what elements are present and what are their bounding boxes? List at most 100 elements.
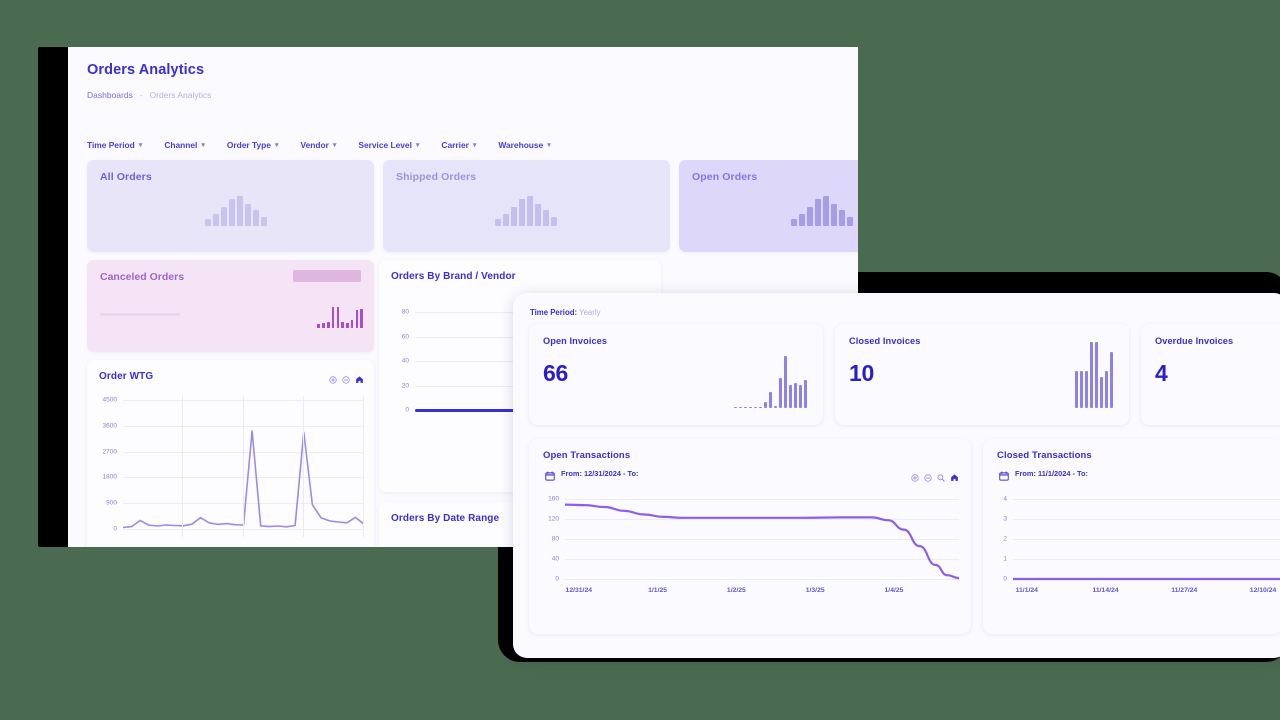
grid-line — [363, 396, 364, 537]
time-period-value: Yearly — [579, 308, 601, 317]
time-period-indicator: Time Period: Yearly — [530, 308, 600, 317]
invoice-value: 66 — [543, 360, 568, 386]
x-axis-tick: 12/31/24 — [565, 587, 593, 594]
y-axis-tick: 2 — [1003, 535, 1007, 543]
grid-line — [242, 396, 244, 537]
filter-carrier[interactable]: Carrier ▾ — [441, 140, 476, 150]
closed-transactions-date-range[interactable]: From: 11/1/2024 - To: — [999, 468, 1088, 481]
open-orders-sparkline — [791, 196, 853, 226]
shipped-orders-sparkline — [495, 196, 557, 226]
home-icon[interactable] — [950, 469, 958, 481]
all-orders-sparkline — [205, 196, 267, 226]
filter-label: Carrier — [441, 140, 469, 150]
invoice-value: 10 — [849, 360, 874, 386]
x-axis-tick: 12/10/24 — [1249, 587, 1277, 594]
y-axis-tick: 0 — [405, 406, 409, 414]
invoice-card-row: Open Invoices 66 Closed Invoices 10 Over… — [529, 324, 1280, 425]
chart-title: Orders By Date Range — [391, 513, 500, 524]
calendar-icon — [999, 468, 1009, 481]
open-transactions-date-range[interactable]: From: 12/31/2024 - To: — [545, 468, 639, 481]
invoice-card-open[interactable]: Open Invoices 66 — [529, 324, 823, 425]
y-axis-tick: 40 — [401, 357, 409, 365]
kpi-card-row: All Orders Shipped Orders Open Orders — [87, 160, 858, 252]
chart-line — [565, 503, 959, 580]
x-axis-tick: 11/14/24 — [1092, 587, 1119, 594]
breadcrumb-dashboards[interactable]: Dashboards — [87, 90, 133, 100]
page-title: Orders Analytics — [87, 62, 205, 78]
y-axis-tick: 40 — [551, 555, 559, 563]
chart-title: Orders By Brand / Vendor — [391, 271, 516, 282]
zoom-out-icon[interactable] — [342, 371, 350, 384]
filter-label: Order Type — [226, 140, 271, 150]
y-axis-tick: 80 — [401, 308, 409, 316]
grid-line — [302, 396, 304, 537]
y-axis-tick: 1 — [1003, 555, 1007, 563]
filter-order-type[interactable]: Order Type ▾ — [227, 140, 279, 150]
invoice-card-closed[interactable]: Closed Invoices 10 — [835, 324, 1129, 425]
y-axis-tick: 120 — [548, 515, 559, 523]
y-axis-tick: 2700 — [102, 448, 117, 456]
kpi-label: Open Orders — [692, 171, 758, 183]
kpi-label: Shipped Orders — [396, 171, 477, 183]
date-range-text: From: 12/31/2024 - To: — [561, 468, 639, 478]
invoice-label: Open Invoices — [543, 336, 608, 346]
zoom-out-icon[interactable] — [924, 469, 932, 482]
chart-line — [123, 430, 364, 529]
filter-label: Warehouse — [498, 140, 544, 150]
breadcrumb-current: Orders Analytics — [149, 90, 212, 100]
invoice-card-overdue[interactable]: Overdue Invoices 4 — [1141, 324, 1280, 425]
invoice-label: Closed Invoices — [849, 336, 921, 346]
y-axis-tick: 0 — [113, 525, 117, 533]
chevron-down-icon: ▾ — [201, 141, 205, 149]
y-axis-tick: 3600 — [102, 422, 117, 430]
calendar-icon — [545, 468, 555, 481]
kpi-card-canceled-orders[interactable]: Canceled Orders — [87, 260, 374, 352]
invoice-value: 4 — [1155, 360, 1168, 386]
chevron-down-icon: ▾ — [415, 141, 420, 149]
kpi-card-open-orders[interactable]: Open Orders — [679, 160, 858, 252]
filter-service-level[interactable]: Service Level ▾ — [358, 140, 419, 150]
chevron-down-icon: ▾ — [332, 141, 337, 149]
kpi-label: Canceled Orders — [100, 271, 185, 283]
wtg-chart-toolbar — [329, 371, 363, 384]
chart-title: Closed Transactions — [997, 450, 1092, 461]
filter-label: Channel — [164, 140, 198, 150]
time-period-label: Time Period: — [530, 308, 578, 317]
y-axis-tick: 4 — [1003, 495, 1007, 503]
filter-bar: Time Period ▾ Channel ▾ Order Type ▾ Ven… — [87, 140, 551, 150]
y-axis-tick: 1800 — [102, 473, 117, 481]
kpi-label: All Orders — [100, 171, 152, 183]
kpi-card-all-orders[interactable]: All Orders — [87, 160, 374, 252]
open-transactions-toolbar — [911, 469, 958, 482]
open-transactions-plot: 160 120 80 40 0 12/31/24 1/1/25 1/2/25 1/3/25 1/4… — [548, 494, 959, 599]
y-axis-tick: 3 — [1003, 515, 1007, 523]
zoom-in-icon[interactable] — [911, 469, 919, 482]
kpi-card-shipped-orders[interactable]: Shipped Orders — [383, 160, 670, 252]
closed-invoices-sparkline — [1075, 341, 1113, 408]
chevron-down-icon: ▾ — [472, 141, 477, 149]
x-axis-tick: 1/4/25 — [884, 587, 904, 594]
y-axis-tick: 80 — [551, 535, 559, 543]
date-range-text: From: 11/1/2024 - To: — [1015, 468, 1088, 478]
y-axis-tick: 4500 — [102, 396, 117, 404]
home-icon[interactable] — [355, 371, 363, 383]
chart-title: Order WTG — [99, 371, 154, 382]
filter-time-period[interactable]: Time Period ▾ — [87, 140, 142, 150]
chart-line — [1013, 577, 1280, 581]
chevron-down-icon: ▾ — [138, 141, 143, 149]
magnifier-icon[interactable] — [937, 469, 945, 482]
filter-warehouse[interactable]: Warehouse ▾ — [498, 140, 550, 150]
closed-transactions-plot: 4 3 2 1 0 11/1/24 11/14/24 11/27/24 12/10/24 — [1003, 494, 1280, 599]
y-axis-tick: 20 — [401, 382, 409, 389]
filter-label: Time Period — [87, 140, 135, 150]
order-wtg-plot: 4500 3600 2700 1800 900 0 — [103, 396, 364, 547]
transactions-row: Open Transactions From: 12/31/2024 - To: — [529, 439, 1280, 634]
filter-vendor[interactable]: Vendor ▾ — [300, 140, 336, 150]
chevron-down-icon: ▾ — [547, 141, 551, 149]
breadcrumb-separator: - — [139, 90, 143, 100]
x-axis-tick: 1/1/25 — [648, 587, 668, 594]
zoom-in-icon[interactable] — [329, 371, 337, 384]
filter-channel[interactable]: Channel ▾ — [164, 140, 205, 150]
canceled-skeleton-line — [100, 313, 180, 316]
chart-card-order-wtg: Order WTG 4500 3600 2700 1800 900 0 — [87, 360, 374, 547]
